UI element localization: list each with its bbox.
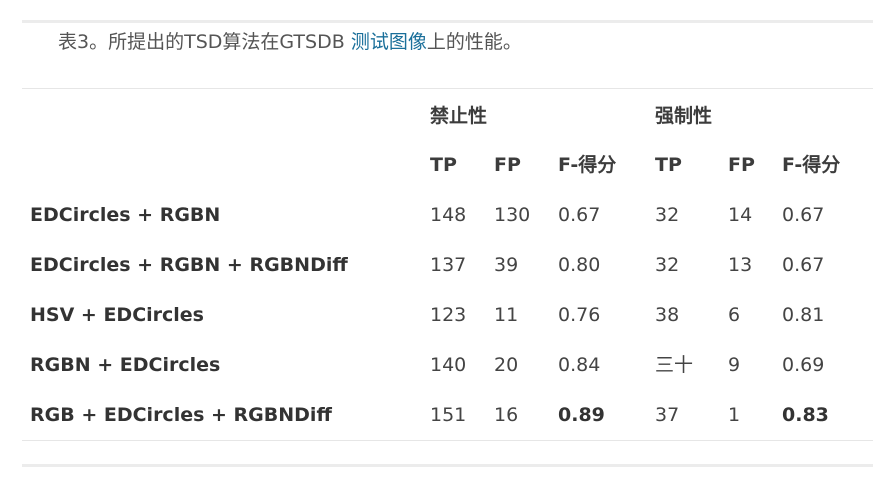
cell-tp-mandatory: 32 — [655, 204, 680, 226]
cell-fp-mandatory: 9 — [728, 354, 741, 376]
cell-fp-prohibitive: 11 — [494, 304, 519, 326]
test-images-link[interactable]: 测试图像 — [351, 31, 427, 53]
cell-tp-mandatory: 37 — [655, 404, 680, 426]
row-label: HSV + EDCircles — [30, 304, 204, 326]
bottom-divider — [22, 464, 873, 467]
group-header-prohibitive: 禁止性 — [430, 105, 488, 127]
table-caption: 表3。所提出的TSD算法在GTSDB 测试图像上的性能。 — [58, 29, 522, 55]
cell-fp-prohibitive: 130 — [494, 204, 531, 226]
cell-fscore-prohibitive: 0.80 — [558, 254, 601, 276]
cell-tp-prohibitive: 148 — [430, 204, 467, 226]
cell-fscore-mandatory: 0.81 — [782, 304, 825, 326]
column-header-tp-mandatory: TP — [655, 154, 682, 176]
cell-fscore-mandatory-best: 0.83 — [782, 404, 829, 426]
cell-fscore-prohibitive-best: 0.89 — [558, 404, 605, 426]
cell-fp-mandatory: 13 — [728, 254, 753, 276]
cell-fp-prohibitive: 39 — [494, 254, 519, 276]
cell-fscore-prohibitive: 0.84 — [558, 354, 601, 376]
row-label: RGBN + EDCircles — [30, 354, 221, 376]
column-header-fp-mandatory: FP — [728, 154, 755, 176]
cell-tp-prohibitive: 137 — [430, 254, 467, 276]
cell-fscore-mandatory: 0.69 — [782, 354, 825, 376]
cell-fscore-prohibitive: 0.67 — [558, 204, 601, 226]
caption-suffix: 上的性能。 — [426, 31, 522, 53]
row-label: EDCircles + RGBN — [30, 204, 221, 226]
cell-fp-mandatory: 6 — [728, 304, 741, 326]
cell-fp-mandatory: 14 — [728, 204, 753, 226]
caption-prefix: 表3。所提出的TSD算法在GTSDB — [58, 31, 351, 53]
column-header-tp-prohibitive: TP — [430, 154, 457, 176]
column-header-fscore-mandatory: F-得分 — [782, 154, 841, 176]
cell-fp-mandatory: 1 — [728, 404, 741, 426]
cell-fp-prohibitive: 16 — [494, 404, 519, 426]
top-divider — [22, 20, 873, 23]
cell-fscore-mandatory: 0.67 — [782, 204, 825, 226]
column-header-fscore-prohibitive: F-得分 — [558, 154, 617, 176]
cell-tp-mandatory: 38 — [655, 304, 680, 326]
column-header-fp-prohibitive: FP — [494, 154, 521, 176]
cell-fp-prohibitive: 20 — [494, 354, 519, 376]
cell-fscore-prohibitive: 0.76 — [558, 304, 601, 326]
group-header-mandatory: 强制性 — [655, 105, 713, 127]
cell-tp-prohibitive: 140 — [430, 354, 467, 376]
cell-tp-mandatory: 三十 — [655, 354, 694, 376]
performance-table: 禁止性 强制性 TP FP F-得分 TP FP F-得分 EDCircles … — [22, 88, 873, 441]
cell-fscore-mandatory: 0.67 — [782, 254, 825, 276]
cell-tp-mandatory: 32 — [655, 254, 680, 276]
row-label: EDCircles + RGBN + RGBNDiff — [30, 254, 348, 276]
row-label: RGB + EDCircles + RGBNDiff — [30, 404, 332, 426]
cell-tp-prohibitive: 151 — [430, 404, 467, 426]
cell-tp-prohibitive: 123 — [430, 304, 467, 326]
